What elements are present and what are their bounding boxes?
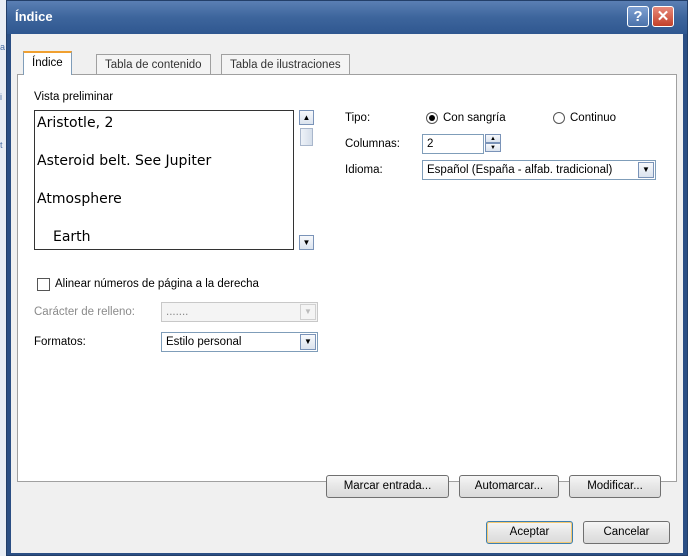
tab-tabla-de-ilustraciones[interactable]: Tabla de ilustraciones xyxy=(221,54,350,74)
aceptar-button[interactable]: Aceptar xyxy=(486,521,573,544)
dialog-client-area: Índice Tabla de contenido Tabla de ilust… xyxy=(11,34,683,553)
preview-line: Atmosphere xyxy=(37,191,122,207)
formatos-value: Estilo personal xyxy=(166,336,242,348)
chevron-down-icon: ▼ xyxy=(300,304,316,320)
columnas-stepper[interactable]: ▲ ▼ xyxy=(485,134,501,154)
preview-line: Aristotle, 2 xyxy=(37,115,114,131)
scroll-down-icon[interactable]: ▼ xyxy=(299,235,314,250)
chevron-down-icon[interactable]: ▼ xyxy=(638,162,654,178)
help-icon: ? xyxy=(633,8,643,25)
relleno-value: ....... xyxy=(166,306,189,318)
relleno-label: Carácter de relleno: xyxy=(34,306,135,318)
tab-tabla-de-contenido[interactable]: Tabla de contenido xyxy=(96,54,211,74)
radio-continuo[interactable] xyxy=(553,112,565,124)
align-label[interactable]: Alinear números de página a la derecha xyxy=(55,278,259,290)
modificar-button[interactable]: Modificar... xyxy=(569,475,661,498)
preview-line: Earth xyxy=(53,229,91,245)
columnas-field[interactable]: 2 xyxy=(422,134,484,154)
cancelar-button[interactable]: Cancelar xyxy=(583,521,670,544)
preview-box: Aristotle, 2 Asteroid belt. See Jupiter … xyxy=(34,110,294,250)
tipo-label: Tipo: xyxy=(345,112,371,124)
formatos-label: Formatos: xyxy=(34,336,86,348)
scroll-up-icon[interactable]: ▲ xyxy=(299,110,314,125)
preview-scrollbar[interactable]: ▲ ▼ xyxy=(299,110,315,250)
relleno-select: ....... ▼ xyxy=(161,302,318,322)
idioma-select[interactable]: Español (España - alfab. tradicional) ▼ xyxy=(422,160,656,180)
radio-con-sangria[interactable] xyxy=(426,112,438,124)
preview-label: Vista preliminar xyxy=(34,91,114,103)
automarcar-button[interactable]: Automarcar... xyxy=(459,475,559,498)
stepper-down-icon[interactable]: ▼ xyxy=(485,143,501,152)
index-dialog: Índice ? ✕ Índice Tabla de contenido Tab… xyxy=(6,0,688,556)
radio-con-sangria-label[interactable]: Con sangría xyxy=(443,112,506,124)
help-button[interactable]: ? xyxy=(627,6,649,27)
stepper-up-icon[interactable]: ▲ xyxy=(485,134,501,143)
columnas-label: Columnas: xyxy=(345,138,400,150)
close-button[interactable]: ✕ xyxy=(652,6,674,27)
marcar-entrada-button[interactable]: Marcar entrada... xyxy=(326,475,449,498)
idioma-value: Español (España - alfab. tradicional) xyxy=(427,164,613,176)
formatos-select[interactable]: Estilo personal ▼ xyxy=(161,332,318,352)
tab-indice[interactable]: Índice xyxy=(23,51,72,75)
chevron-down-icon[interactable]: ▼ xyxy=(300,334,316,350)
title-bar: Índice ? ✕ xyxy=(7,1,687,34)
dialog-title: Índice xyxy=(15,9,53,24)
align-checkbox[interactable] xyxy=(37,278,50,291)
close-icon: ✕ xyxy=(656,8,670,25)
scroll-thumb[interactable] xyxy=(300,128,313,146)
idioma-label: Idioma: xyxy=(345,164,383,176)
radio-continuo-label[interactable]: Continuo xyxy=(570,112,616,124)
preview-line: Asteroid belt. See Jupiter xyxy=(37,153,212,169)
